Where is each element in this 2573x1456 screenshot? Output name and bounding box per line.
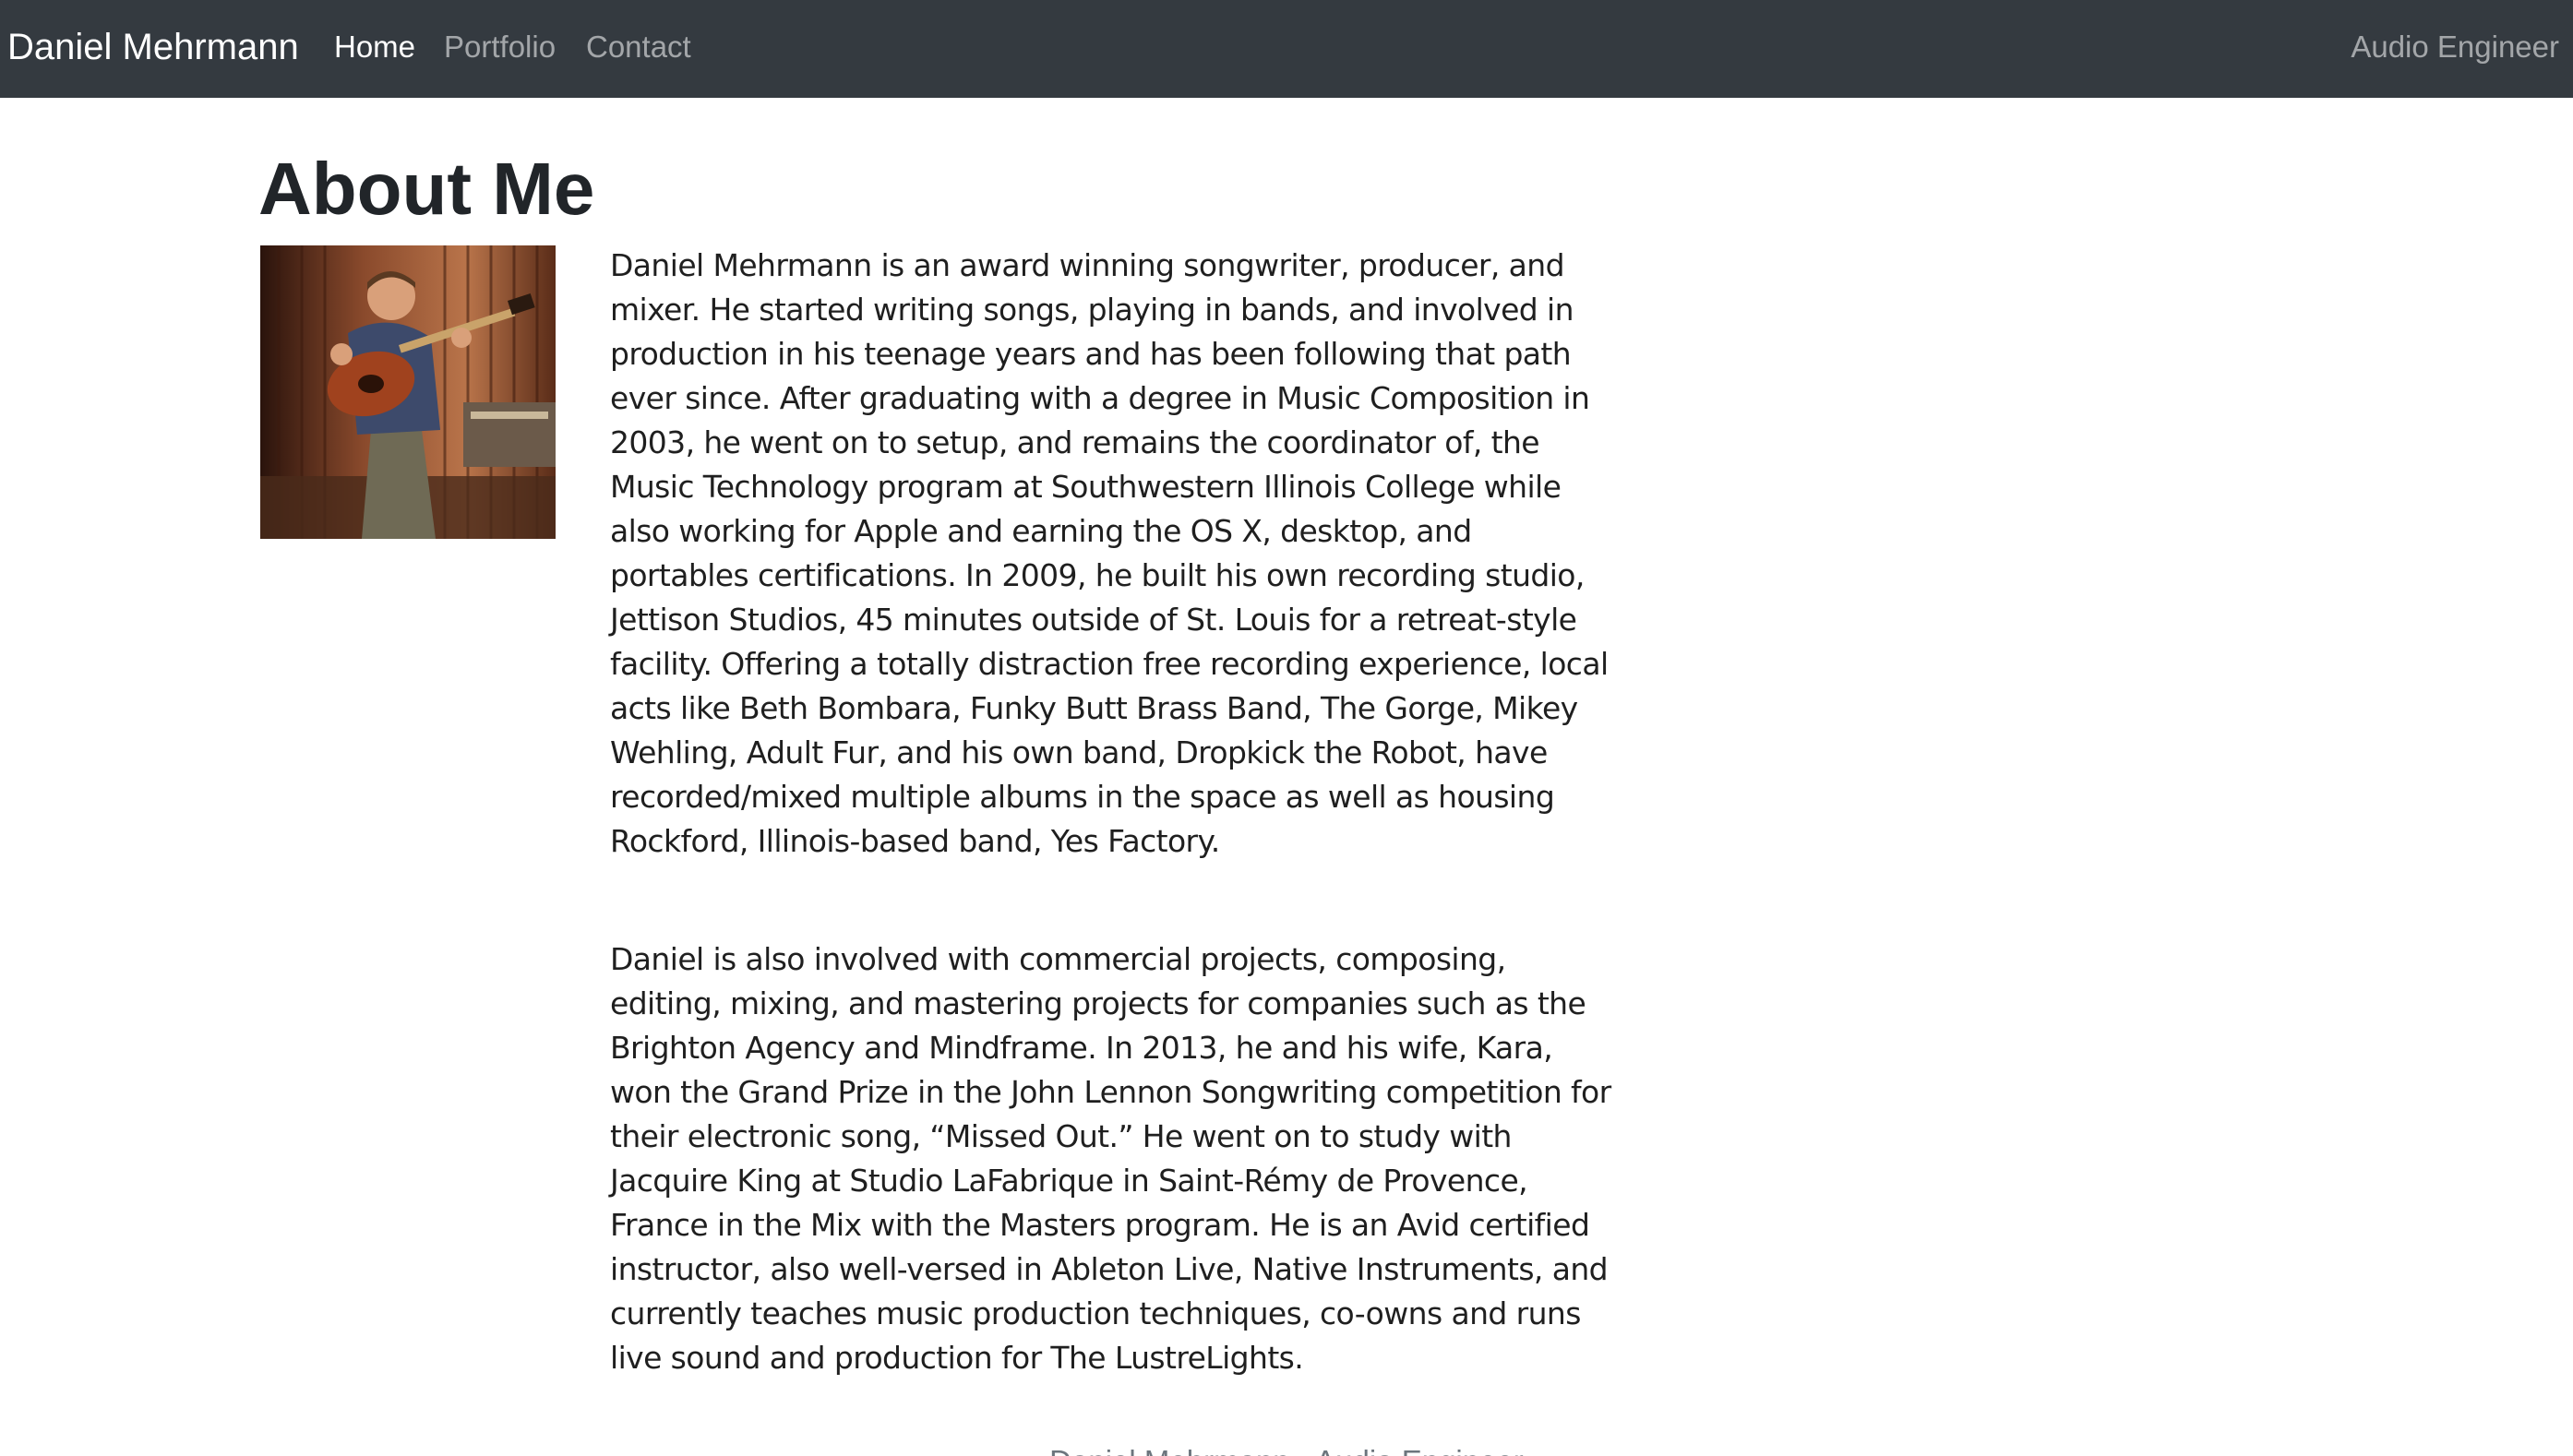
footer-text: Daniel Mehrmann - Audio Engineer (0, 1439, 2573, 1456)
profile-photo (260, 245, 556, 539)
brand-link[interactable]: Daniel Mehrmann (7, 0, 299, 98)
top-navbar: Daniel Mehrmann Home Portfolio Contact A… (0, 0, 2573, 98)
bio-paragraph-2: Daniel is also involved with commercial … (610, 941, 1611, 1376)
nav-link-contact[interactable]: Contact (586, 0, 691, 98)
bio-paragraph-1: Daniel Mehrmann is an award winning song… (610, 247, 1609, 859)
navbar-tagline: Audio Engineer (2351, 30, 2559, 64)
nav-link-portfolio[interactable]: Portfolio (444, 0, 556, 98)
nav-link-home[interactable]: Home (334, 0, 415, 98)
page-title: About Me (258, 148, 595, 230)
